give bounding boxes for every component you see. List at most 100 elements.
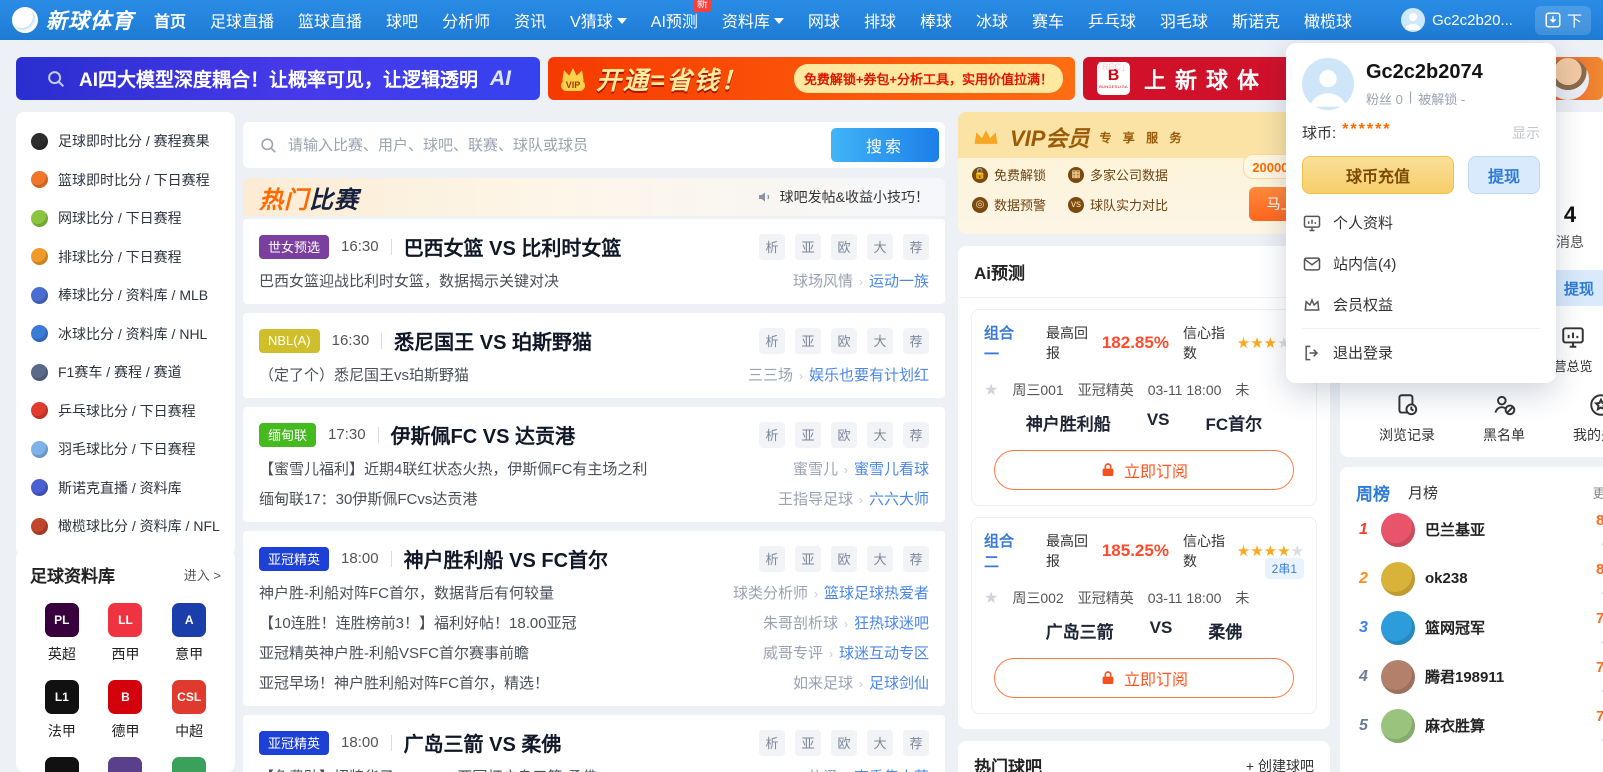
withdraw-button[interactable]: 提现: [1468, 156, 1540, 194]
match-title[interactable]: 广岛三箭 VS 柔佛: [404, 728, 562, 757]
match-title[interactable]: 伊斯佩FC VS 达贡港: [391, 420, 575, 449]
show-balance-button[interactable]: 显示: [1512, 123, 1540, 143]
sidebar-item-snooker[interactable]: 斯诺克直播 / 资料库: [16, 469, 235, 508]
nav-item-basketball-live[interactable]: 篮球直播: [298, 8, 362, 32]
tag-size[interactable]: 大: [867, 545, 893, 572]
post-author[interactable]: 三三场: [748, 367, 793, 385]
rank-row[interactable]: 2 ok238 80%胜率: [1356, 554, 1603, 603]
nav-item-volleyball[interactable]: 排球: [864, 8, 896, 32]
tab-monthly-rank[interactable]: 月榜: [1408, 482, 1438, 503]
nav-item-home[interactable]: 首页: [154, 8, 186, 32]
league-serie-a[interactable]: A 意甲: [157, 603, 221, 664]
post-title[interactable]: 【10连胜！连胜榜前3！】福利好帖！18.00亚冠: [259, 615, 577, 633]
tag-analysis[interactable]: 析: [759, 729, 785, 756]
recharge-button[interactable]: 球币充值: [1302, 156, 1454, 194]
tag-europe[interactable]: 欧: [831, 233, 857, 260]
post-bar-link[interactable]: 狂热球迷吧: [854, 615, 929, 633]
nav-item-ice-hockey[interactable]: 冰球: [976, 8, 1008, 32]
sidebar-item-badminton[interactable]: 羽毛球比分 / 下日赛程: [16, 430, 235, 469]
nav-item-racing[interactable]: 赛车: [1032, 8, 1064, 32]
browse-history-link[interactable]: 浏览记录: [1374, 392, 1440, 445]
subscribe-button[interactable]: 立即订阅: [993, 450, 1295, 490]
sidebar-item-baseball[interactable]: 棒球比分 / 资料库 / MLB: [16, 276, 235, 315]
create-bar-button[interactable]: + 创建球吧: [1246, 756, 1314, 772]
combo-name[interactable]: 组合二: [984, 530, 1024, 572]
nav-item-rugby[interactable]: 橄榄球: [1304, 8, 1352, 32]
sidebar-item-football[interactable]: 足球即时比分 / 赛程赛果: [16, 122, 235, 161]
tag-recommend[interactable]: 荐: [903, 545, 929, 572]
tab-weekly-rank[interactable]: 周榜: [1356, 480, 1390, 505]
post-bar-link[interactable]: 蜜雪儿看球: [854, 461, 929, 479]
tag-size[interactable]: 大: [867, 729, 893, 756]
nav-item-ai-predict[interactable]: AI预测新: [651, 0, 711, 32]
post-bar-link[interactable]: 足球剑仙: [869, 675, 929, 693]
match-title[interactable]: 神户胜利船 VS FC首尔: [404, 544, 608, 573]
rank-more-link[interactable]: 更多 >: [1593, 483, 1603, 502]
nav-item-table-tennis[interactable]: 乒乓球: [1088, 8, 1136, 32]
vip-member-card[interactable]: VIP会员 专 享 服 务 🔓 免费解锁 ▦ 多家公司数据 ◎ 数据预警 vs 球队实力…: [958, 112, 1330, 234]
league-ligue1[interactable]: L1 法甲: [30, 680, 94, 741]
menu-profile[interactable]: 个人资料: [1302, 202, 1540, 243]
sidebar-item-f1[interactable]: F1赛车 / 赛程 / 赛道: [16, 353, 235, 392]
blacklist-link[interactable]: 黑名单: [1471, 392, 1537, 445]
tag-europe[interactable]: 欧: [831, 545, 857, 572]
post-title[interactable]: 亚冠精英神户胜-利船VSFC首尔赛事前瞻: [259, 645, 529, 663]
league-partial[interactable]: [157, 757, 221, 772]
post-title[interactable]: 【蜜雪儿福利】近期4联红状态火热，伊斯佩FC有主场之利: [259, 461, 647, 479]
nav-item-baseball[interactable]: 棒球: [920, 8, 952, 32]
tag-analysis[interactable]: 析: [759, 233, 785, 260]
tag-europe[interactable]: 欧: [831, 729, 857, 756]
nav-item-v-guess[interactable]: V猜球: [570, 8, 627, 32]
nav-item-football-live[interactable]: 足球直播: [210, 8, 274, 32]
my-follows-link[interactable]: 我的关注: [1568, 392, 1603, 445]
ai-model-banner[interactable]: AI四大模型深度耦合！让概率可见，让逻辑透明 AI: [16, 57, 540, 100]
post-title[interactable]: （定了个）悉尼国王vs珀斯野猫: [259, 367, 469, 385]
tag-recommend[interactable]: 荐: [903, 233, 929, 260]
post-author[interactable]: 威哥专评: [763, 645, 823, 663]
sidebar-item-tennis[interactable]: 网球比分 / 下日赛程: [16, 199, 235, 238]
tag-size[interactable]: 大: [867, 327, 893, 354]
league-partial[interactable]: [30, 757, 94, 772]
league-csl[interactable]: CSL 中超: [157, 680, 221, 741]
match-title[interactable]: 巴西女篮 VS 比利时女篮: [404, 232, 622, 261]
tag-asia[interactable]: 亚: [795, 545, 821, 572]
post-author[interactable]: 如来足球: [793, 675, 853, 693]
nav-item-tennis[interactable]: 网球: [808, 8, 840, 32]
post-bar-link[interactable]: 篮球足球热爱者: [824, 585, 929, 603]
post-author[interactable]: 王指导足球: [778, 491, 853, 509]
post-author[interactable]: 球场风情: [793, 273, 853, 291]
subscribe-button[interactable]: 立即订阅: [993, 658, 1295, 698]
star-icon[interactable]: ★: [984, 380, 998, 400]
post-bar-link[interactable]: 运动一族: [869, 273, 929, 291]
post-title[interactable]: 亚冠早场！神户胜利船对阵FC首尔，精选！: [259, 675, 549, 693]
tag-asia[interactable]: 亚: [795, 729, 821, 756]
post-author[interactable]: 朱哥剖析球: [763, 615, 838, 633]
league-premier[interactable]: PL 英超: [30, 603, 94, 664]
download-button[interactable]: 下: [1534, 5, 1591, 35]
tag-asia[interactable]: 亚: [795, 421, 821, 448]
notice-link[interactable]: 球吧发帖&收益小技巧！: [757, 187, 929, 207]
tag-asia[interactable]: 亚: [795, 233, 821, 260]
league-partial[interactable]: [94, 757, 158, 772]
search-input[interactable]: [288, 136, 821, 154]
tag-europe[interactable]: 欧: [831, 421, 857, 448]
nav-item-snooker[interactable]: 斯诺克: [1232, 8, 1280, 32]
tag-size[interactable]: 大: [867, 233, 893, 260]
post-author[interactable]: 蜜雪儿: [793, 461, 838, 479]
tag-recommend[interactable]: 荐: [903, 421, 929, 448]
tag-analysis[interactable]: 析: [759, 327, 785, 354]
nav-item-news[interactable]: 资讯: [514, 8, 546, 32]
post-bar-link[interactable]: 六六大师: [869, 491, 929, 509]
tag-recommend[interactable]: 荐: [903, 729, 929, 756]
rank-row[interactable]: 3 篮网冠军 79%胜率: [1356, 603, 1603, 652]
menu-logout[interactable]: 退出登录: [1302, 332, 1540, 373]
post-title[interactable]: 缅甸联17：30伊斯佩FCvs达贡港: [259, 491, 477, 509]
sidebar-item-table-tennis[interactable]: 乒乓球比分 / 下日赛程: [16, 392, 235, 431]
site-logo[interactable]: 新球体育: [12, 5, 134, 35]
sidebar-item-rugby[interactable]: 橄榄球比分 / 资料库 / NFL: [16, 507, 235, 546]
post-title[interactable]: 巴西女篮迎战比利时女篮，数据揭示关键对决: [259, 273, 559, 291]
sidebar-item-basketball[interactable]: 篮球即时比分 / 下日赛程: [16, 161, 235, 200]
league-bundesliga[interactable]: B 德甲: [94, 680, 158, 741]
nav-item-database[interactable]: 资料库: [722, 8, 784, 32]
nav-user-menu[interactable]: Gc2c2b20...: [1401, 8, 1513, 32]
